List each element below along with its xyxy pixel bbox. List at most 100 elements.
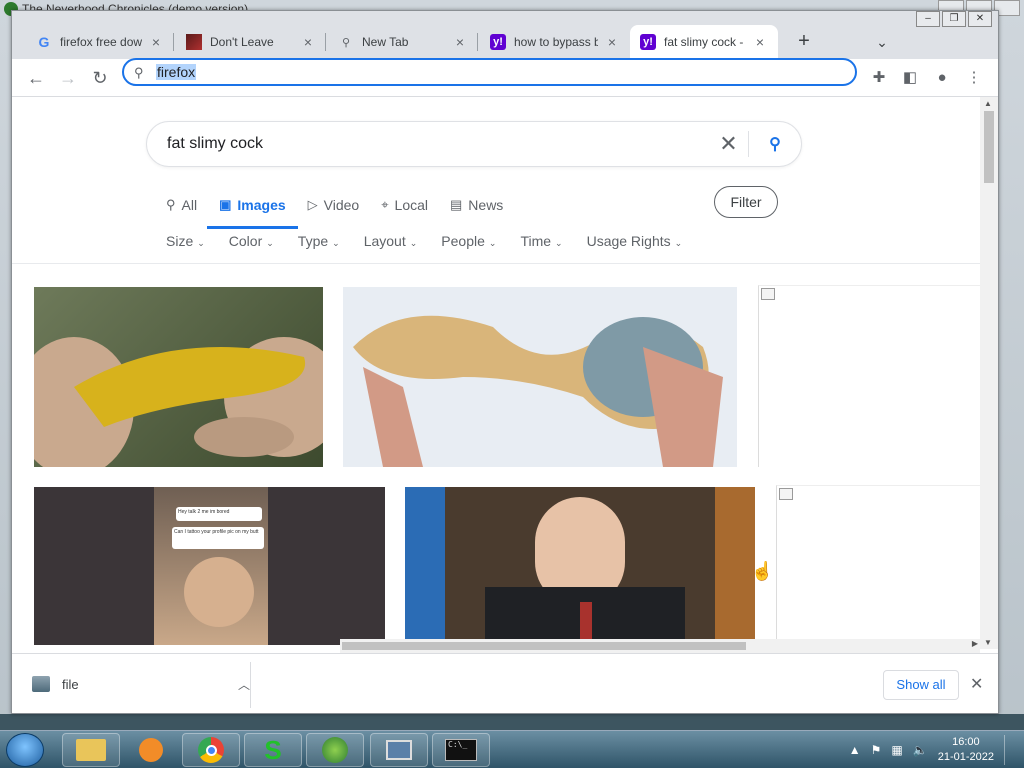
scroll-up-icon[interactable]: ▲ xyxy=(984,99,992,108)
close-tab-icon[interactable]: × xyxy=(604,34,620,50)
tab-strip: G firefox free dow × Don't Leave × ⚲ New… xyxy=(12,11,998,59)
chevron-down-icon: ⌄ xyxy=(674,238,683,248)
pin-icon: ⌖ xyxy=(381,197,389,212)
tab-new-tab[interactable]: ⚲ New Tab × xyxy=(328,25,478,59)
close-tab-icon[interactable]: × xyxy=(452,34,468,50)
chip-time[interactable]: Time ⌄ xyxy=(520,233,562,249)
command-prompt-icon[interactable]: C:\_ xyxy=(432,733,490,767)
chip-usage-rights[interactable]: Usage Rights ⌄ xyxy=(587,233,683,249)
chip-type[interactable]: Type ⌄ xyxy=(298,233,340,249)
tab-dont-leave[interactable]: Don't Leave × xyxy=(176,25,326,59)
back-arrow-icon[interactable]: ← xyxy=(24,66,48,90)
tab-label: how to bypass b xyxy=(514,35,598,49)
search-submit-icon[interactable]: ⚲ xyxy=(749,134,801,154)
tab-images-label: Images xyxy=(237,197,286,213)
chevron-down-icon: ⌄ xyxy=(409,238,418,248)
tab-images[interactable]: ▣ Images xyxy=(207,189,298,229)
tab-all[interactable]: ⚲ All xyxy=(166,189,197,221)
horizontal-scrollbar[interactable]: ▶ xyxy=(340,639,980,653)
search-icon: ⚲ xyxy=(134,65,144,80)
address-bar[interactable]: ⚲ firefox xyxy=(122,58,857,86)
file-explorer-icon[interactable] xyxy=(62,733,120,767)
image-icon: ▣ xyxy=(219,197,232,212)
close-tab-icon[interactable]: × xyxy=(300,34,316,50)
media-player-icon[interactable] xyxy=(122,733,180,767)
chip-color[interactable]: Color ⌄ xyxy=(229,233,274,249)
scroll-thumb[interactable] xyxy=(984,111,994,183)
slug-image xyxy=(34,337,323,467)
image-result-2[interactable] xyxy=(343,287,737,467)
broken-image-icon xyxy=(761,288,775,300)
profile-avatar-icon[interactable]: ● xyxy=(930,66,954,90)
show-desktop-button[interactable] xyxy=(1004,735,1016,765)
tab-firefox-free-download[interactable]: G firefox free dow × xyxy=(26,25,174,59)
image-result-4[interactable]: Hey talk 2 me im bored Can I tattoo your… xyxy=(34,487,385,645)
taskbar: S C:\_ ▲ ⚑ ▦ 🔈 16:00 21-01-2022 xyxy=(0,730,1024,768)
close-tab-icon[interactable]: × xyxy=(752,34,768,50)
new-tab-button[interactable]: + xyxy=(790,28,818,56)
tab-news-label: News xyxy=(468,197,504,213)
chevron-down-icon: ⌄ xyxy=(332,238,340,248)
scroll-thumb[interactable] xyxy=(342,642,746,650)
chevron-down-icon: ⌄ xyxy=(266,238,274,248)
globe-app-icon[interactable] xyxy=(306,733,364,767)
chip-size[interactable]: Size ⌄ xyxy=(166,233,205,249)
show-all-button[interactable]: Show all xyxy=(883,670,959,700)
tab-video-label: Video xyxy=(323,197,360,213)
search-box[interactable]: fat slimy cock ✕ ⚲ xyxy=(146,121,802,167)
chrome-icon[interactable] xyxy=(182,733,240,767)
remote-desktop-icon[interactable] xyxy=(370,733,428,767)
download-item[interactable]: file ︿ xyxy=(32,668,250,700)
chip-layout[interactable]: Layout ⌄ xyxy=(364,233,418,249)
volume-icon[interactable]: 🔈 xyxy=(913,743,928,757)
search-icon: ⚲ xyxy=(341,36,351,49)
tab-video[interactable]: ▷ Video xyxy=(308,189,360,221)
scroll-right-icon[interactable]: ▶ xyxy=(972,639,978,648)
image-result-1[interactable] xyxy=(34,287,323,467)
tab-label: Don't Leave xyxy=(210,35,274,49)
news-icon: ▤ xyxy=(450,197,463,212)
action-center-flag-icon[interactable]: ⚑ xyxy=(871,743,882,757)
tab-label: firefox free dow xyxy=(60,35,142,49)
page-content: fat slimy cock ✕ ⚲ ⚲ All ▣ Images ▷ Vide… xyxy=(12,97,980,649)
extensions-puzzle-icon[interactable]: ✚ xyxy=(867,66,891,90)
vertical-scrollbar[interactable]: ▲ ▼ xyxy=(980,97,998,649)
tab-how-to-bypass[interactable]: y! how to bypass b × xyxy=(480,25,630,59)
restore-icon[interactable]: ❐ xyxy=(942,11,966,27)
close-shelf-icon[interactable]: ✕ xyxy=(970,674,983,694)
system-tray: ▲ ⚑ ▦ 🔈 16:00 21-01-2022 xyxy=(849,735,1016,765)
image-result-5[interactable] xyxy=(405,487,755,649)
google-icon: G xyxy=(38,34,50,50)
image-result-6-broken[interactable] xyxy=(776,485,980,649)
tab-local[interactable]: ⌖ Local xyxy=(381,189,428,221)
reload-icon[interactable]: ↻ xyxy=(88,66,112,90)
show-hidden-icons-icon[interactable]: ▲ xyxy=(849,743,861,757)
green-s-app-icon[interactable]: S xyxy=(244,733,302,767)
tab-search-chevron-icon[interactable]: ⌄ xyxy=(870,28,894,56)
filter-button[interactable]: Filter xyxy=(714,186,778,218)
clock[interactable]: 16:00 21-01-2022 xyxy=(938,735,994,765)
broken-image-icon xyxy=(779,488,793,500)
clear-search-icon[interactable]: ✕ xyxy=(709,131,749,157)
tab-active-search[interactable]: y! fat slimy cock - × xyxy=(630,25,778,59)
download-shelf: file ︿ Show all ✕ xyxy=(12,653,998,713)
close-tab-icon[interactable]: × xyxy=(148,34,164,50)
network-icon[interactable]: ▦ xyxy=(891,743,902,757)
chevron-up-icon[interactable]: ︿ xyxy=(238,676,250,693)
yahoo-icon: y! xyxy=(490,34,506,50)
search-query[interactable]: fat slimy cock xyxy=(167,135,709,153)
scroll-down-icon[interactable]: ▼ xyxy=(984,638,992,647)
geoduck-image xyxy=(353,315,723,467)
minimize-icon[interactable]: – xyxy=(916,11,940,27)
side-panel-icon[interactable]: ◧ xyxy=(898,66,922,90)
address-bar-value[interactable]: firefox xyxy=(156,64,197,80)
start-button-icon[interactable] xyxy=(6,733,44,767)
chip-people[interactable]: People ⌄ xyxy=(441,233,496,249)
chat-reply: Can I tattoo your profile pic on my butt xyxy=(172,527,264,549)
image-result-3-broken[interactable] xyxy=(758,285,980,467)
forward-arrow-icon[interactable]: → xyxy=(56,66,80,90)
image-favicon xyxy=(186,34,202,50)
close-icon[interactable]: ✕ xyxy=(968,11,992,27)
tab-news[interactable]: ▤ News xyxy=(450,189,503,221)
kebab-menu-icon[interactable]: ⋮ xyxy=(962,66,986,90)
